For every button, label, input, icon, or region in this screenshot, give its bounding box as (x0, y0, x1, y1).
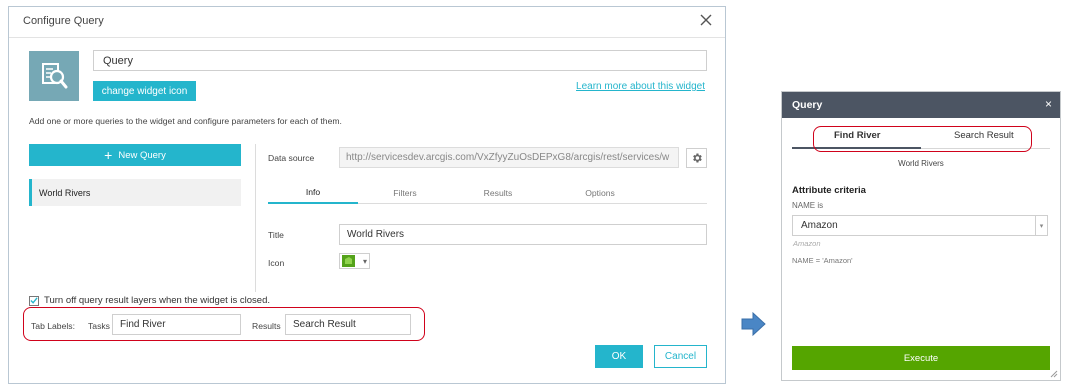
layer-name: World Rivers (898, 159, 944, 168)
new-query-label: New Query (118, 149, 166, 161)
data-source-input[interactable]: http://servicesdev.arcgis.com/VxZfyyZuOs… (339, 147, 679, 168)
attribute-criteria-heading: Attribute criteria (792, 185, 866, 196)
query-config-tabs: Info Filters Results Options (268, 182, 707, 204)
field-label: NAME is (792, 201, 824, 210)
change-widget-icon-button[interactable]: change widget icon (93, 81, 196, 101)
name-value: Amazon (801, 220, 838, 231)
turn-off-label: Turn off query result layers when the wi… (44, 295, 271, 306)
widget-name-input[interactable]: Query (93, 50, 707, 71)
turn-off-checkbox[interactable] (29, 295, 39, 306)
tasks-input[interactable]: Find River (112, 314, 241, 335)
vertical-divider (255, 144, 256, 292)
tab-labels-highlight: Tab Labels: Tasks Find River Results Sea… (23, 307, 425, 341)
tab-labels-label: Tab Labels: (31, 321, 75, 331)
query-widget-panel: Query × Find River Search Result World R… (781, 91, 1061, 381)
gear-icon (692, 153, 702, 163)
chevron-down-icon: ▾ (1035, 216, 1047, 235)
field-hint: Amazon (793, 239, 821, 248)
data-source-settings-button[interactable] (686, 148, 707, 168)
title-separator (9, 37, 725, 38)
tab-results[interactable]: Results (453, 182, 543, 203)
layer-icon (342, 255, 355, 267)
plus-icon: + (104, 147, 113, 163)
dialog-title: Configure Query (23, 15, 104, 27)
icon-select[interactable]: ▾ (339, 253, 370, 269)
new-query-button[interactable]: + New Query (29, 144, 241, 166)
results-label: Results (252, 321, 281, 331)
execute-button[interactable]: Execute (792, 346, 1050, 370)
panel-title: Query (792, 99, 823, 111)
tab-filters[interactable]: Filters (360, 182, 450, 203)
query-expression: NAME = 'Amazon' (792, 256, 853, 265)
query-list-item[interactable]: World Rivers (29, 179, 241, 206)
data-source-label: Data source (268, 153, 315, 163)
arrow-right-icon (741, 311, 766, 337)
close-icon[interactable] (697, 11, 715, 29)
resize-grip-icon[interactable] (1049, 369, 1058, 378)
title-label: Title (268, 230, 284, 240)
icon-label: Icon (268, 258, 285, 268)
learn-more-link[interactable]: Learn more about this widget (576, 81, 705, 92)
turn-off-option: Turn off query result layers when the wi… (29, 295, 270, 306)
configure-query-dialog: Configure Query Query change widget icon… (8, 6, 726, 384)
panel-header: Query × (782, 92, 1060, 118)
name-value-select[interactable]: Amazon ▾ (792, 215, 1048, 236)
add-queries-description: Add one or more queries to the widget an… (29, 116, 342, 126)
tab-info[interactable]: Info (268, 182, 358, 204)
results-input[interactable]: Search Result (285, 314, 411, 335)
close-icon[interactable]: × (1045, 97, 1052, 111)
chevron-down-icon: ▾ (362, 257, 367, 266)
ok-button[interactable]: OK (595, 345, 643, 368)
tab-options[interactable]: Options (545, 182, 655, 203)
title-input[interactable]: World Rivers (339, 224, 707, 245)
widget-query-icon[interactable] (29, 51, 79, 101)
tasks-label: Tasks (88, 321, 110, 331)
cancel-button[interactable]: Cancel (654, 345, 707, 368)
panel-tabs-highlight (813, 126, 1032, 152)
